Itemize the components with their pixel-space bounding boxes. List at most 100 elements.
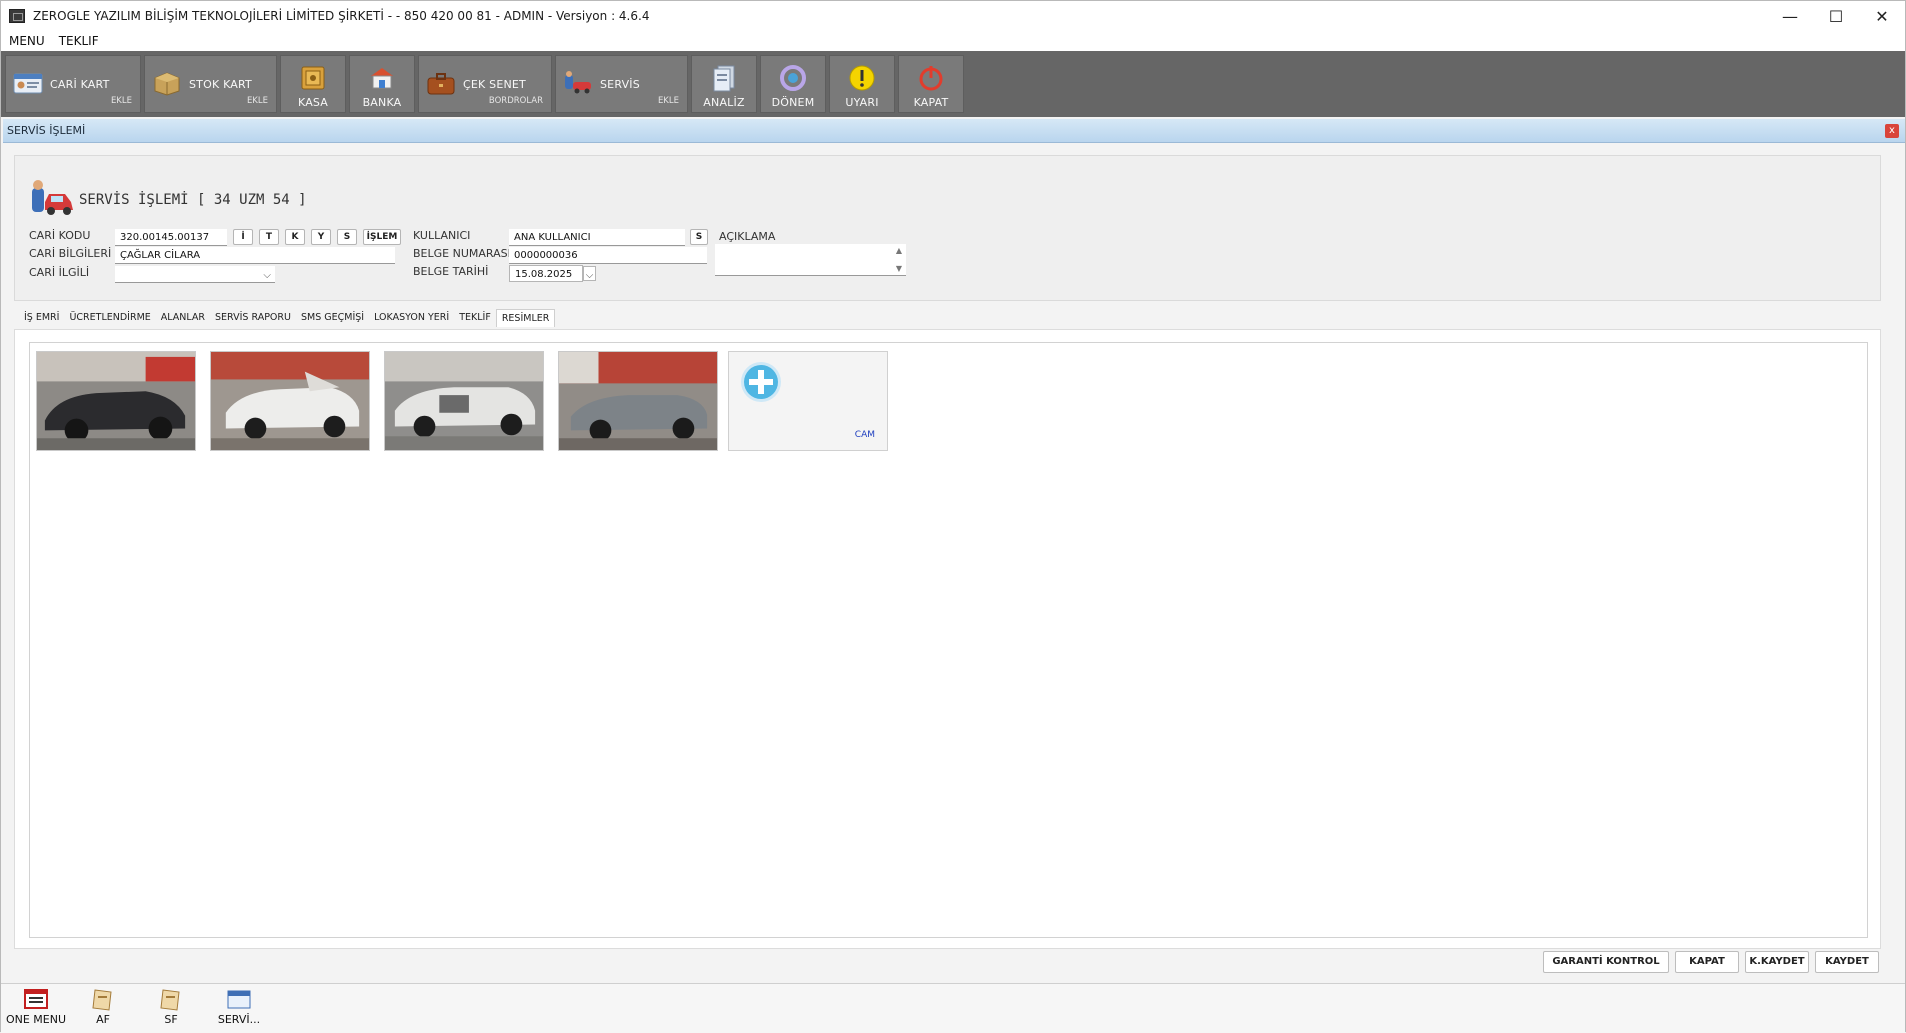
toolbar-cek-senet-button[interactable]: ÇEK SENET BORDROLAR bbox=[418, 55, 552, 113]
add-photo-tile[interactable]: CAM bbox=[728, 351, 888, 451]
tab-is-emri[interactable]: İŞ EMRİ bbox=[19, 309, 64, 327]
window-controls: — ☐ ✕ bbox=[1767, 1, 1905, 31]
toolbar-banka-button[interactable]: BANKA bbox=[349, 55, 415, 113]
app-window: ZEROGLE YAZILIM BİLİŞİM TEKNOLOJİLERİ Lİ… bbox=[0, 0, 1906, 1033]
briefcase-icon bbox=[427, 73, 455, 95]
resimler-panel: CAM bbox=[14, 329, 1881, 949]
toolbar-servis-button[interactable]: SERVİS EKLE bbox=[555, 55, 688, 113]
child-close-button[interactable]: x bbox=[1885, 124, 1899, 138]
scroll-down-icon[interactable]: ▼ bbox=[896, 264, 902, 273]
id-card-icon bbox=[13, 73, 43, 94]
box-icon bbox=[154, 72, 180, 96]
menu-bar: MENU TEKLIF bbox=[1, 31, 1905, 51]
tab-servis-raporu[interactable]: SERVİS RAPORU bbox=[210, 309, 296, 327]
calendar-dropdown-icon[interactable]: ⌵ bbox=[583, 266, 596, 281]
maximize-button[interactable]: ☐ bbox=[1813, 1, 1859, 31]
car-photo-2[interactable] bbox=[210, 351, 370, 451]
warning-icon bbox=[849, 65, 875, 91]
power-icon bbox=[919, 66, 943, 91]
toolbar-kasa-button[interactable]: KASA bbox=[280, 55, 346, 113]
aciklama-memo[interactable]: ▲ ▼ bbox=[715, 244, 906, 276]
toolbar-servis-label: SERVİS bbox=[600, 78, 640, 91]
aciklama-label: AÇIKLAMA bbox=[719, 230, 776, 243]
cari-bilgileri-field[interactable]: ÇAĞLAR CİLARA bbox=[115, 247, 395, 264]
app-icon bbox=[9, 9, 25, 23]
tab-resimler[interactable]: RESİMLER bbox=[495, 309, 556, 327]
toolbar-donem-label: DÖNEM bbox=[771, 96, 815, 109]
child-window-titlebar: SERVİS İŞLEMİ x bbox=[3, 119, 1905, 143]
tab-teklif[interactable]: TEKLİF bbox=[454, 309, 496, 327]
toolbar-cari-kart-button[interactable]: CARİ KART EKLE bbox=[5, 55, 141, 113]
garanti-kontrol-button[interactable]: GARANTİ KONTROL bbox=[1543, 951, 1669, 973]
belge-numarasi-field[interactable]: 0000000036 bbox=[509, 247, 707, 264]
cari-ilgili-combo[interactable]: ⌵ bbox=[115, 266, 275, 283]
cari-y-button[interactable]: Y bbox=[311, 229, 331, 245]
menu-window-icon bbox=[24, 989, 48, 1009]
scroll-up-icon[interactable]: ▲ bbox=[896, 246, 902, 255]
add-icon bbox=[741, 362, 781, 402]
report-icon bbox=[713, 65, 735, 92]
toolbar-uyari-button[interactable]: UYARI bbox=[829, 55, 895, 113]
cari-i-button[interactable]: İ bbox=[233, 229, 253, 245]
chevron-down-icon[interactable]: ⌵ bbox=[263, 267, 271, 284]
image-gallery: CAM bbox=[29, 342, 1868, 938]
cari-kodu-field[interactable]: 320.00145.00137 bbox=[115, 229, 227, 246]
car-service-icon bbox=[32, 180, 73, 215]
toolbar-kapat-button[interactable]: KAPAT bbox=[898, 55, 964, 113]
toolbar-kapat-label: KAPAT bbox=[913, 96, 949, 109]
kapat-button[interactable]: KAPAT bbox=[1675, 951, 1739, 973]
car-photo-4[interactable] bbox=[558, 351, 718, 451]
servis-form: SERVİS İŞLEMİ [ 34 UZM 54 ] CARİ KODU 32… bbox=[3, 143, 1905, 981]
car-photo-3[interactable] bbox=[384, 351, 544, 451]
toolbar-kasa-label: KASA bbox=[297, 96, 329, 109]
task-sf-label: SF bbox=[164, 1013, 178, 1026]
task-one-menu[interactable]: ONE MENU bbox=[4, 986, 68, 1032]
menu-item-menu[interactable]: MENU bbox=[9, 34, 45, 48]
window-title: ZEROGLE YAZILIM BİLİŞİM TEKNOLOJİLERİ Lİ… bbox=[33, 9, 650, 23]
toolbar-donem-button[interactable]: DÖNEM bbox=[760, 55, 826, 113]
cari-s-button[interactable]: S bbox=[337, 229, 357, 245]
toolbar-stok-kart-button[interactable]: STOK KART EKLE bbox=[144, 55, 277, 113]
title-bar: ZEROGLE YAZILIM BİLİŞİM TEKNOLOJİLERİ Lİ… bbox=[1, 1, 1905, 31]
k-kaydet-button[interactable]: K.KAYDET bbox=[1745, 951, 1809, 973]
bank-icon bbox=[371, 68, 393, 89]
window-icon bbox=[227, 990, 251, 1009]
belge-tarihi-label: BELGE TARİHİ bbox=[413, 265, 489, 278]
toolbar-analiz-button[interactable]: ANALİZ bbox=[691, 55, 757, 113]
cari-k-button[interactable]: K bbox=[285, 229, 305, 245]
tab-strip: İŞ EMRİ ÜCRETLENDİRME ALANLAR SERVİS RAP… bbox=[19, 309, 556, 327]
window-taskbar: ONE MENU AF SF SERVİ... bbox=[1, 983, 1905, 1033]
invoice-icon bbox=[92, 989, 112, 1011]
cari-islem-button[interactable]: İŞLEM bbox=[363, 229, 401, 245]
tab-lokasyon-yeri[interactable]: LOKASYON YERİ bbox=[369, 309, 454, 327]
kullanici-s-button[interactable]: S bbox=[690, 229, 708, 245]
task-servis[interactable]: SERVİ... bbox=[207, 986, 271, 1032]
cari-t-button[interactable]: T bbox=[259, 229, 279, 245]
toolbar-analiz-label: ANALİZ bbox=[703, 96, 745, 109]
close-button[interactable]: ✕ bbox=[1859, 1, 1905, 31]
tab-sms-gecmisi[interactable]: SMS GEÇMİŞİ bbox=[296, 309, 369, 327]
kaydet-button[interactable]: KAYDET bbox=[1815, 951, 1879, 973]
main-toolbar: CARİ KART EKLE STOK KART EKLE KASA BANKA… bbox=[1, 51, 1905, 117]
belge-tarihi-value: 15.08.2025 bbox=[515, 269, 573, 280]
task-sf[interactable]: SF bbox=[139, 986, 203, 1032]
kullanici-field[interactable]: ANA KULLANICI bbox=[509, 229, 685, 246]
car-service-icon bbox=[565, 71, 591, 94]
cycle-icon bbox=[780, 65, 806, 91]
kullanici-label: KULLANICI bbox=[413, 229, 471, 242]
task-servis-label: SERVİ... bbox=[217, 1013, 261, 1026]
header-panel: SERVİS İŞLEMİ [ 34 UZM 54 ] CARİ KODU 32… bbox=[14, 155, 1881, 301]
toolbar-cek-senet-sub: BORDROLAR bbox=[488, 96, 543, 106]
task-one-menu-label: ONE MENU bbox=[5, 1013, 67, 1026]
tab-alanlar[interactable]: ALANLAR bbox=[156, 309, 210, 327]
toolbar-servis-sub: EKLE bbox=[657, 96, 679, 106]
camera-link[interactable]: CAM bbox=[855, 430, 875, 440]
invoice-icon bbox=[160, 989, 180, 1011]
task-af[interactable]: AF bbox=[71, 986, 135, 1032]
minimize-button[interactable]: — bbox=[1767, 1, 1813, 31]
car-photo-1[interactable] bbox=[36, 351, 196, 451]
menu-item-teklif[interactable]: TEKLIF bbox=[59, 34, 99, 48]
tab-ucretlendirme[interactable]: ÜCRETLENDİRME bbox=[64, 309, 155, 327]
belge-tarihi-field[interactable]: 15.08.2025 ⌵ bbox=[509, 265, 596, 282]
task-af-label: AF bbox=[96, 1013, 110, 1026]
